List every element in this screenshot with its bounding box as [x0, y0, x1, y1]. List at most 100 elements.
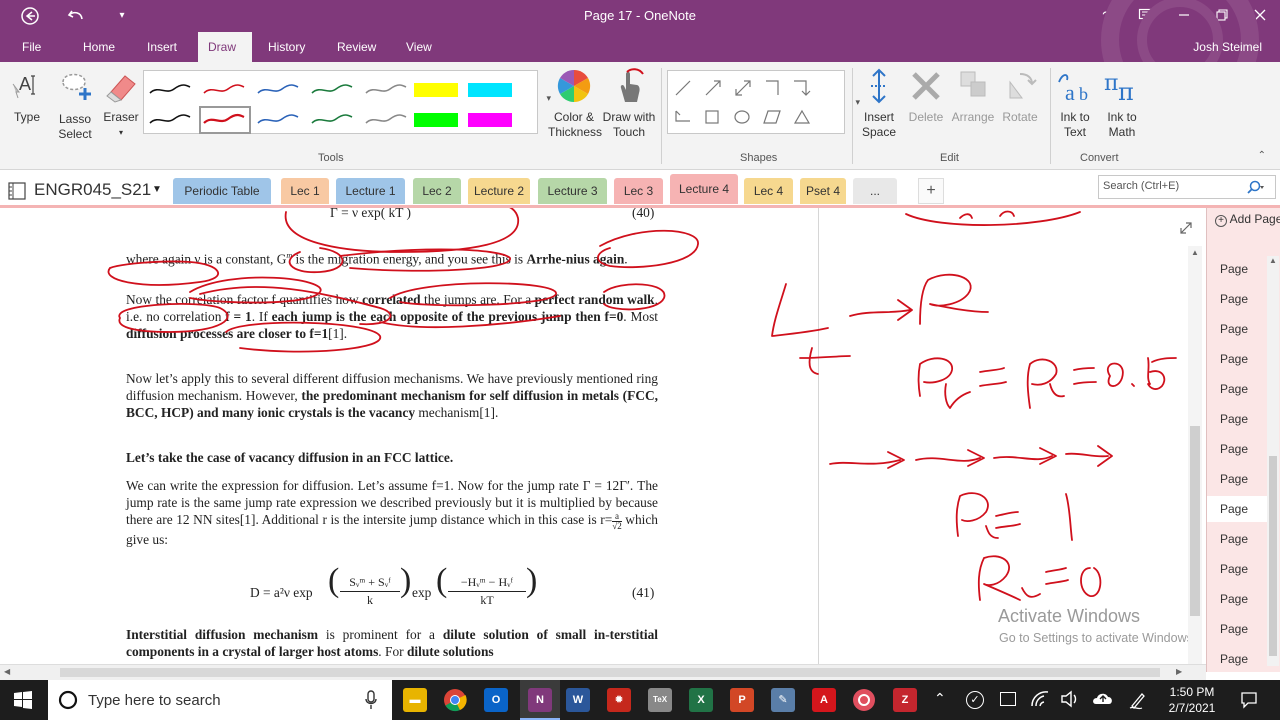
svg-text:A: A	[19, 74, 31, 94]
pages-scroll-thumb[interactable]	[1269, 456, 1277, 656]
page-item[interactable]: Page	[1207, 496, 1269, 522]
tab-view[interactable]: View	[396, 32, 442, 62]
ink-to-math-button[interactable]: ππ Ink to Math	[1100, 66, 1144, 140]
tex-app-icon[interactable]: TeX	[648, 688, 672, 712]
page-item[interactable]: Page	[1207, 346, 1269, 372]
pages-scrollbar[interactable]: ▲	[1267, 256, 1279, 666]
tab-home[interactable]: Home	[73, 32, 125, 62]
section-tab[interactable]: Lec 2	[413, 178, 461, 204]
section-tab[interactable]: Periodic Table	[173, 178, 271, 204]
tab-insert[interactable]: Insert	[137, 32, 187, 62]
pages-pane: + Add Page Page Page Page Page Page Page Page P…	[1206, 208, 1280, 672]
outlook-icon[interactable]: O	[484, 688, 508, 712]
app-circle-icon[interactable]	[852, 688, 876, 712]
color-thickness-button[interactable]: Color & Thickness	[548, 66, 602, 140]
lasso-icon	[62, 73, 91, 100]
scrollbar-thumb[interactable]	[1190, 426, 1200, 616]
acrobat-icon[interactable]: A	[812, 688, 836, 712]
ink-to-text-button[interactable]: ab Ink to Text	[1054, 66, 1096, 140]
app-z-icon[interactable]: Z	[893, 688, 917, 712]
tab-draw[interactable]: Draw	[198, 32, 252, 62]
pages-scroll-up-icon[interactable]: ▲	[1269, 256, 1277, 265]
page-item[interactable]: Page	[1207, 256, 1269, 282]
page-item[interactable]: Page	[1207, 586, 1269, 612]
page-item[interactable]: Page	[1207, 376, 1269, 402]
ribbon-tabs: File Home Insert Draw History Review Vie…	[0, 0, 1280, 62]
page-item[interactable]: Page	[1207, 526, 1269, 552]
scroll-right-icon[interactable]: ▶	[1176, 667, 1182, 676]
chrome-icon[interactable]	[443, 688, 467, 712]
type-button[interactable]: A Type	[10, 70, 44, 125]
settings-gear-app-icon[interactable]: ✹	[607, 688, 631, 712]
notebook-name[interactable]: ENGR045_S21	[34, 180, 151, 200]
eraser-button[interactable]: Eraser ▾	[101, 68, 141, 140]
search-icon[interactable]	[1246, 180, 1264, 196]
section-tab[interactable]: Lecture 1	[336, 178, 405, 204]
onedrive-icon[interactable]	[1092, 690, 1114, 708]
section-tab[interactable]: Lec 4	[744, 178, 793, 204]
notebook-dropdown-icon[interactable]: ▼	[152, 184, 162, 195]
page-scrollbar[interactable]: ▲	[1188, 246, 1202, 664]
ink-to-math-icon: ππ	[1104, 71, 1134, 106]
pen-workspace-icon[interactable]	[1128, 690, 1148, 710]
add-page-button[interactable]: + Add Page	[1215, 212, 1280, 227]
tab-review[interactable]: Review	[327, 32, 386, 62]
lasso-select-button[interactable]: Lasso Select	[54, 68, 96, 142]
page-item[interactable]: Page	[1207, 436, 1269, 462]
clock-time[interactable]: 1:50 PM	[1160, 685, 1224, 699]
insert-space-button[interactable]: Insert Space	[856, 66, 902, 140]
windows-start-icon[interactable]	[14, 691, 32, 709]
page-item[interactable]: Page	[1207, 286, 1269, 312]
volume-icon[interactable]	[1060, 690, 1080, 708]
microphone-icon[interactable]	[364, 690, 378, 710]
lasso-label-1: Lasso	[58, 112, 92, 126]
taskbar-search-box[interactable]: Type here to search	[48, 680, 392, 720]
collapse-ribbon-icon[interactable]: ⌃	[1258, 150, 1266, 161]
notification-box-icon[interactable]	[1000, 692, 1016, 706]
section-tab[interactable]: Lecture 4	[670, 174, 738, 204]
powerpoint-icon[interactable]: P	[730, 688, 754, 712]
delete-button[interactable]: Delete	[904, 66, 948, 125]
tab-history[interactable]: History	[258, 32, 315, 62]
hscroll-thumb[interactable]	[60, 668, 1160, 677]
file-explorer-icon[interactable]: ▬	[403, 688, 427, 712]
horizontal-scrollbar[interactable]: ◀ ▶	[0, 664, 1206, 680]
page-item[interactable]: Page	[1207, 406, 1269, 432]
section-tab[interactable]: Pset 4	[800, 178, 846, 204]
show-hidden-icons[interactable]: ⌃	[934, 690, 946, 707]
section-tab[interactable]: Lec 1	[281, 178, 329, 204]
section-tab[interactable]: ...	[853, 178, 897, 204]
paint-icon[interactable]: ✎	[771, 688, 795, 712]
clock-date[interactable]: 2/7/2021	[1160, 701, 1224, 715]
delete-label: Delete	[908, 110, 944, 124]
user-name[interactable]: Josh Steimel	[1193, 40, 1262, 54]
page-item[interactable]: Page	[1207, 616, 1269, 642]
tab-file[interactable]: File	[12, 32, 51, 62]
shape-swatches	[675, 80, 811, 124]
action-center-icon[interactable]	[1240, 691, 1258, 709]
page-item[interactable]: Page	[1207, 316, 1269, 342]
excel-icon[interactable]: X	[689, 688, 713, 712]
page-item[interactable]: Page	[1207, 556, 1269, 582]
ink-to-text-icon: ab	[1058, 74, 1088, 105]
scroll-up-icon[interactable]: ▲	[1191, 248, 1199, 257]
scroll-left-icon[interactable]: ◀	[4, 667, 10, 676]
wifi-icon[interactable]	[1030, 690, 1050, 708]
section-tab[interactable]: Lecture 3	[538, 178, 607, 204]
page-canvas[interactable]: Γ = ν exp( kT ) (40) where again ν is a …	[0, 208, 1206, 664]
ink-annotations[interactable]	[0, 208, 1206, 664]
add-page-label: Add Page	[1229, 212, 1280, 226]
shapes-gallery: ▾	[667, 70, 860, 134]
add-section-button[interactable]: +	[918, 178, 944, 204]
word-icon[interactable]: W	[566, 688, 590, 712]
section-tab[interactable]: Lecture 2	[468, 178, 530, 204]
eraser-dropdown-icon[interactable]: ▾	[101, 125, 141, 140]
draw-with-touch-button[interactable]: Draw with Touch	[602, 66, 656, 140]
section-tab[interactable]: Lec 3	[614, 178, 663, 204]
page-item[interactable]: Page	[1207, 646, 1269, 672]
rotate-button[interactable]: Rotate	[998, 66, 1042, 125]
meet-icon[interactable]: ✓	[966, 691, 984, 709]
page-item[interactable]: Page	[1207, 466, 1269, 492]
arrange-button[interactable]: Arrange	[948, 66, 998, 125]
onenote-taskbar-button[interactable]: N	[520, 680, 560, 720]
